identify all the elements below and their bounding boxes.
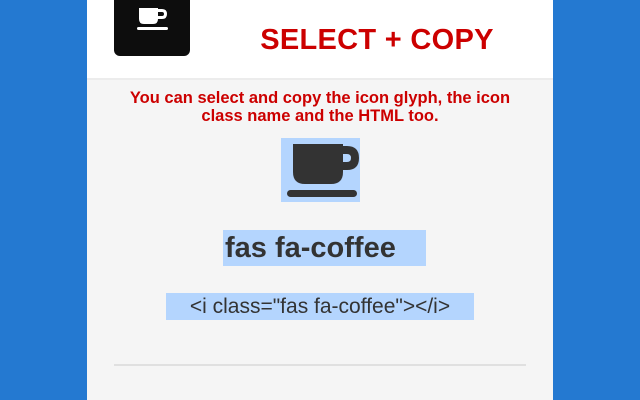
popup-card: SELECT + COPY You can select and copy th… — [87, 0, 553, 400]
header: SELECT + COPY — [87, 0, 553, 80]
icon-html-code[interactable]: <i class="fas fa-coffee"></i> — [166, 293, 474, 320]
instructions-text: You can select and copy the icon glyph, … — [129, 89, 511, 125]
icon-class-name[interactable]: fas fa-coffee — [223, 230, 426, 266]
page-title: SELECT + COPY — [260, 24, 494, 56]
coffee-cup-icon — [287, 144, 359, 197]
coffee-cup-icon — [137, 8, 168, 30]
divider — [114, 364, 526, 366]
icon-glyph[interactable] — [281, 138, 360, 202]
logo — [114, 0, 190, 56]
